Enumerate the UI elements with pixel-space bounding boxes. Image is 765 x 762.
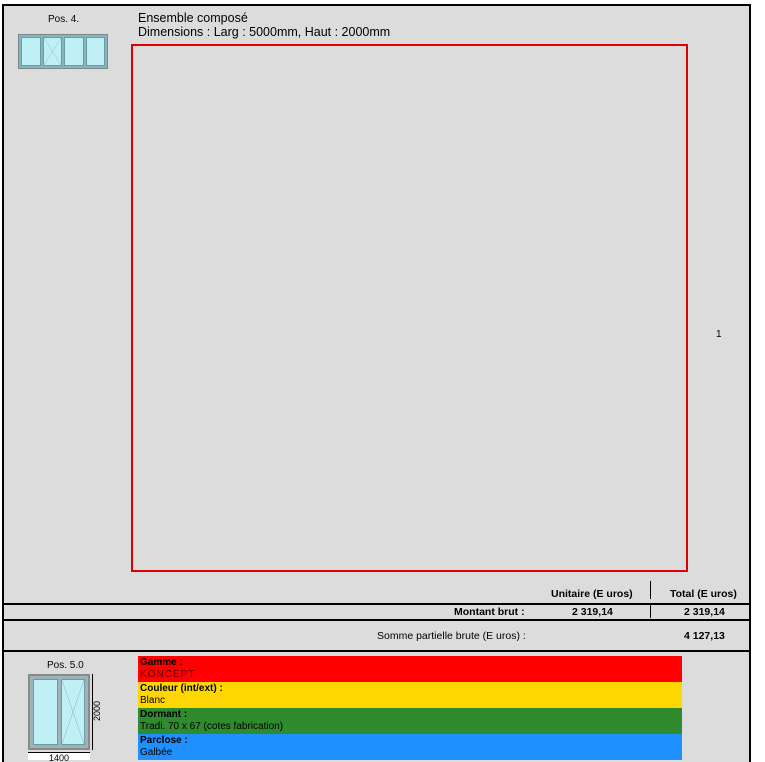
item-dimensions: Dimensions : Larg : 5000mm, Haut : 2000m… [138,25,391,39]
subtotal-label: Somme partielle brute (E uros) : [377,630,526,642]
gross-unit-value: 2 319,14 [572,606,613,618]
window-thumbnail-pos4 [18,34,108,69]
glass-pane [21,37,41,66]
spec-key: Gamme : [140,657,183,668]
subtotal-value: 4 127,13 [684,630,725,642]
divider-line [4,650,749,652]
divider-line [4,619,749,621]
pos-4-label: Pos. 4. [48,14,80,25]
quote-sheet: Pos. 4. Ensemble composé Dimensions : La… [2,4,751,762]
gross-total-value: 2 319,14 [684,606,725,618]
glass-pane [85,37,105,66]
spec-value: Blanc [140,695,166,706]
quantity-value: 1 [716,329,722,340]
spec-list: Gamme : KONCEPT Couleur (int/ext) : Blan… [138,656,682,760]
column-divider [650,581,651,599]
spec-key: Parclose : [140,735,188,746]
gross-amount-label: Montant brut : [454,606,525,618]
spec-value: KONCEPT [140,669,196,680]
window-thumbnail-pos5 [28,674,90,750]
spec-value: Tradi. 70 x 67 (cotes fabrication) [140,721,284,732]
item-title-block: Ensemble composé Dimensions : Larg : 500… [138,11,390,39]
height-dimension: 2000 [92,674,103,750]
divider-line [4,603,749,605]
total-price-header: Total (E uros) [670,588,737,600]
spec-value: Galbée [140,747,173,758]
spec-key: Dormant : [140,709,188,720]
column-divider [650,604,651,618]
unit-price-header: Unitaire (E uros) [551,588,633,600]
glass-pane-opening [60,679,85,745]
composite-frame-drawing [131,44,688,572]
glass-pane [33,679,58,745]
height-dimension-value: 2000 [92,700,103,722]
spec-row-couleur: Couleur (int/ext) : Blanc [138,682,682,708]
pos-5-label: Pos. 5.0 [47,660,84,671]
glass-pane-opening [42,37,62,66]
spec-row-gamme: Gamme : KONCEPT [138,656,682,682]
width-dimension: 1400 [28,752,90,762]
spec-row-parclose: Parclose : Galbée [138,734,682,760]
spec-row-dormant: Dormant : Tradi. 70 x 67 (cotes fabricat… [138,708,682,734]
spec-key: Couleur (int/ext) : [140,683,223,694]
glass-pane [64,37,84,66]
item-title: Ensemble composé [138,11,248,25]
